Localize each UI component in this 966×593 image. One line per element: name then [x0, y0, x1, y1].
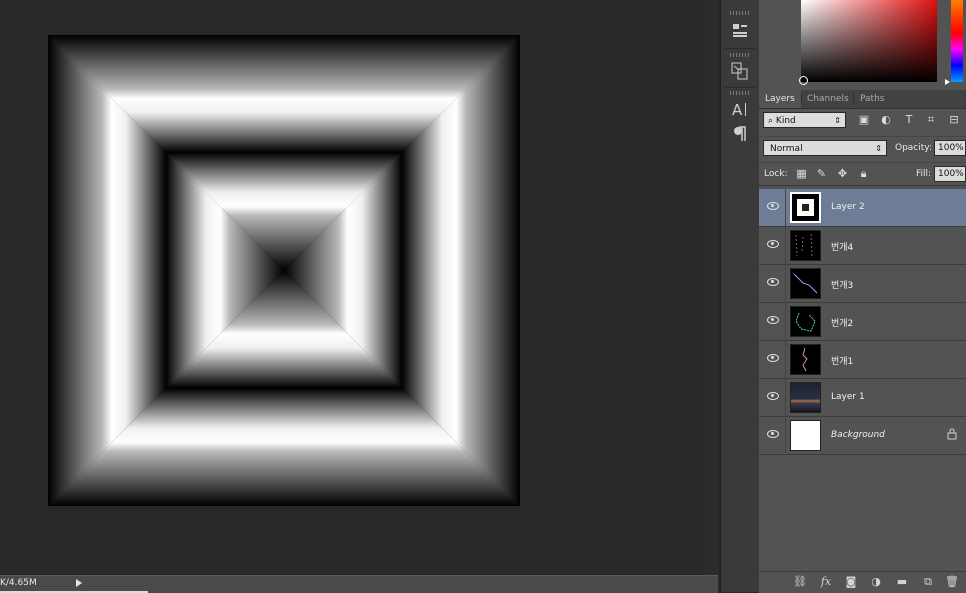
eye-column-divider: [785, 265, 786, 302]
visibility-eye-icon[interactable]: [767, 202, 779, 210]
vertical-scrollbar[interactable]: [704, 0, 718, 589]
layer-row[interactable]: 번개3: [759, 265, 966, 303]
document-canvas[interactable]: [48, 35, 520, 506]
link-layers-icon[interactable]: ⛓: [793, 576, 807, 588]
delete-layer-icon[interactable]: 🗑︎: [945, 576, 959, 588]
fx-icon[interactable]: fx: [819, 576, 833, 588]
layers-panel-footer: ⛓ fx ◙ ◑ ▬ ⧉ 🗑︎: [759, 571, 966, 593]
layer-name[interactable]: Layer 2: [831, 202, 865, 212]
opacity-input[interactable]: 100%: [934, 140, 966, 156]
blend-mode-select[interactable]: Normal ⇕: [763, 140, 887, 156]
eye-column-divider: [785, 417, 786, 454]
dock-separator: [725, 87, 755, 88]
svg-text:A: A: [732, 101, 743, 118]
select-arrows-icon: ⇕: [834, 116, 841, 125]
layer-thumbnail: [790, 192, 821, 223]
layer-name[interactable]: Layer 1: [831, 392, 865, 402]
paragraph-icon[interactable]: [729, 124, 751, 144]
dock-separator: [725, 48, 755, 49]
layer-thumbnail: [790, 382, 821, 413]
layer-name[interactable]: 번개2: [831, 316, 853, 329]
properties-icon[interactable]: [729, 20, 751, 40]
eye-column-divider: [785, 189, 786, 226]
image-filter-icon[interactable]: ▣: [857, 113, 871, 127]
tab-channels[interactable]: Channels: [801, 90, 855, 108]
layer-row[interactable]: Background: [759, 417, 966, 455]
select-arrows-icon: ⇕: [875, 144, 882, 153]
layer-lock-icon: [947, 428, 957, 440]
blend-row: Normal ⇕ Opacity: 100%: [759, 136, 966, 159]
collapsed-panel-dock: A: [720, 0, 760, 592]
character-icon[interactable]: A: [729, 99, 751, 119]
lock-pixels-icon[interactable]: ✎: [815, 167, 828, 180]
new-group-icon[interactable]: ▬: [895, 576, 909, 588]
layer-thumbnail: [790, 306, 821, 337]
adjustment-filter-icon[interactable]: ◐: [879, 113, 893, 127]
layer-name[interactable]: 번개1: [831, 354, 853, 367]
layer-thumbnail: [790, 420, 821, 451]
layer-row[interactable]: Layer 1: [759, 379, 966, 417]
layers-panel-tabs: Layers Channels Paths: [759, 90, 966, 109]
new-layer-icon[interactable]: ⧉: [921, 576, 935, 588]
layer-thumbnail: [790, 344, 821, 375]
lock-row: Lock: ▦ ✎ ✥ 🔒︎ Fill: 100%: [759, 162, 966, 186]
layer-thumbnail: [790, 268, 821, 299]
lock-label: Lock:: [764, 169, 788, 179]
layer-row[interactable]: 번개1: [759, 341, 966, 379]
visibility-eye-icon[interactable]: [767, 316, 779, 324]
tab-layers[interactable]: Layers: [759, 90, 801, 108]
visibility-eye-icon[interactable]: [767, 240, 779, 248]
search-icon: ⌕: [768, 116, 774, 126]
square-gradient-image: [48, 35, 520, 506]
fill-label: Fill:: [916, 169, 932, 179]
layer-row[interactable]: 번개2: [759, 303, 966, 341]
layer-filter-row: ⌕ Kind ⇕ ▣ ◐ T ⌗ ⊟: [759, 110, 966, 132]
document-workspace: [0, 0, 718, 575]
adjustment-layer-icon[interactable]: ◑: [869, 576, 883, 588]
color-field[interactable]: [801, 0, 937, 82]
layer-name[interactable]: 번개4: [831, 240, 853, 253]
layer-name[interactable]: 번개3: [831, 278, 853, 291]
visibility-eye-icon[interactable]: [767, 354, 779, 362]
eye-column-divider: [785, 227, 786, 264]
color-sample-marker[interactable]: [799, 76, 808, 85]
eye-column-divider: [785, 379, 786, 416]
shape-filter-icon[interactable]: ⌗: [924, 113, 938, 127]
eye-column-divider: [785, 341, 786, 378]
type-filter-icon[interactable]: T: [902, 113, 916, 127]
lock-position-icon[interactable]: ✥: [836, 167, 849, 180]
clone-source-icon[interactable]: [729, 61, 751, 81]
lock-transparent-icon[interactable]: ▦: [795, 167, 808, 180]
color-picker-panel: [759, 0, 966, 88]
dock-grip[interactable]: [730, 53, 750, 57]
layer-row[interactable]: Layer 2: [759, 189, 966, 227]
opacity-label: Opacity:: [895, 143, 932, 153]
layer-name[interactable]: Background: [831, 430, 885, 440]
tab-paths[interactable]: Paths: [854, 90, 890, 108]
dock-grip[interactable]: [730, 11, 750, 15]
eye-column-divider: [785, 303, 786, 340]
visibility-eye-icon[interactable]: [767, 392, 779, 400]
filter-kind-select[interactable]: ⌕ Kind ⇕: [763, 112, 846, 128]
status-bar: K/4.65M: [0, 575, 718, 593]
layer-thumbnail: [790, 230, 821, 261]
lock-all-icon[interactable]: 🔒︎: [857, 167, 870, 180]
right-panel: Layers Channels Paths ⌕ Kind ⇕ ▣ ◐ T ⌗ ⊟…: [759, 0, 966, 593]
blend-mode-value: Normal: [770, 144, 803, 154]
layers-list: Layer 2 번개4 번개3 번개2 번개1 Layer 1 Backgrou…: [759, 189, 966, 455]
add-mask-icon[interactable]: ◙: [844, 576, 858, 588]
visibility-eye-icon[interactable]: [767, 278, 779, 286]
dock-grip[interactable]: [730, 91, 750, 95]
layer-row[interactable]: 번개4: [759, 227, 966, 265]
fill-input[interactable]: 100%: [934, 166, 966, 182]
status-menu-arrow-icon[interactable]: [76, 579, 82, 587]
hue-slider[interactable]: [951, 0, 963, 82]
filter-kind-label: Kind: [775, 116, 796, 126]
hue-slider-marker-icon[interactable]: [945, 79, 950, 85]
doc-size-readout: K/4.65M: [0, 578, 37, 588]
smart-object-filter-icon[interactable]: ⊟: [947, 113, 961, 127]
visibility-eye-icon[interactable]: [767, 430, 779, 438]
